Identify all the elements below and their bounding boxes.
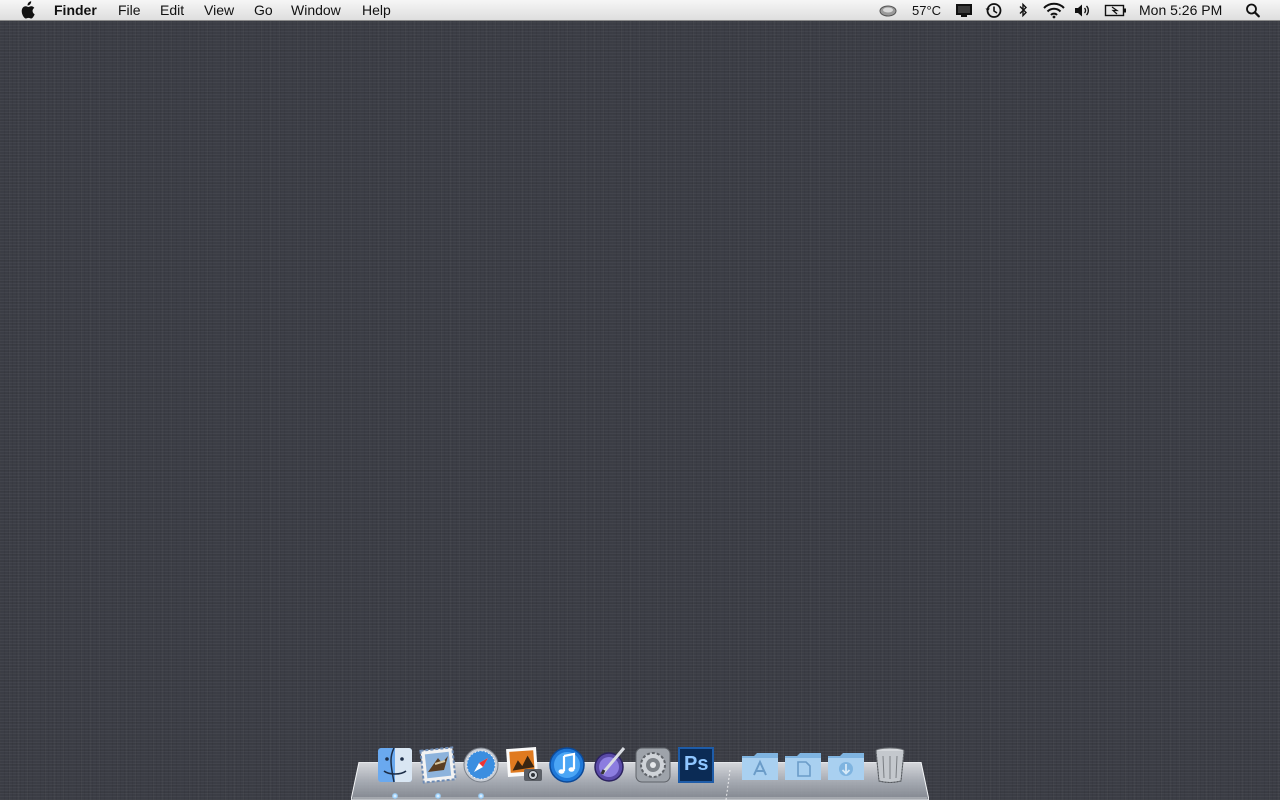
menu-file[interactable]: File bbox=[118, 0, 141, 20]
mail-running-indicator bbox=[435, 793, 441, 799]
volume-icon bbox=[1075, 4, 1089, 17]
dock-downloads-stack[interactable] bbox=[826, 744, 866, 786]
temperature-monitor-icon bbox=[879, 5, 897, 17]
volume-menu[interactable] bbox=[1073, 0, 1093, 20]
app-menu-finder[interactable]: Finder bbox=[54, 0, 97, 20]
system-preferences-icon bbox=[635, 747, 671, 783]
display-icon bbox=[956, 4, 972, 17]
bluetooth-menu[interactable] bbox=[1016, 0, 1030, 20]
iphoto-icon bbox=[506, 746, 542, 781]
safari-running-indicator bbox=[478, 793, 484, 799]
dock-applications-stack[interactable] bbox=[740, 744, 780, 786]
dock-keynote[interactable] bbox=[590, 744, 630, 786]
dock-finder[interactable] bbox=[375, 744, 415, 786]
downloads-folder-icon bbox=[828, 753, 864, 780]
dock-documents-stack[interactable] bbox=[783, 744, 823, 786]
dock-itunes[interactable] bbox=[547, 744, 587, 786]
desktop-wallpaper[interactable] bbox=[0, 21, 1280, 800]
dock-photoshop[interactable]: Ps bbox=[676, 744, 716, 786]
menu-help[interactable]: Help bbox=[362, 0, 391, 20]
dock-safari[interactable] bbox=[461, 744, 501, 786]
dock-mail[interactable] bbox=[418, 744, 458, 786]
itunes-icon bbox=[549, 747, 585, 783]
menu-view[interactable]: View bbox=[204, 0, 234, 20]
dock-iphoto[interactable] bbox=[504, 744, 544, 786]
time-machine-menu[interactable] bbox=[984, 0, 1004, 20]
battery-menu[interactable] bbox=[1104, 0, 1128, 20]
dock-trash[interactable] bbox=[870, 744, 910, 786]
spotlight-search-icon bbox=[1246, 3, 1260, 18]
safari-icon bbox=[463, 747, 499, 783]
wifi-menu[interactable] bbox=[1042, 0, 1066, 20]
finder-running-indicator bbox=[392, 793, 398, 799]
battery-icon bbox=[1104, 4, 1126, 17]
applications-folder-icon bbox=[742, 753, 778, 780]
trash-icon bbox=[875, 747, 905, 783]
wifi-icon bbox=[1043, 2, 1065, 19]
finder-icon bbox=[378, 747, 412, 783]
bluetooth-icon bbox=[1019, 2, 1027, 18]
menu-bar: Finder File Edit View Go Window Help 57°… bbox=[0, 0, 1280, 21]
temperature-monitor[interactable] bbox=[877, 0, 899, 20]
documents-folder-icon bbox=[785, 753, 821, 780]
temperature-readout[interactable]: 57°C bbox=[912, 0, 941, 20]
menu-go[interactable]: Go bbox=[254, 0, 273, 20]
time-machine-icon bbox=[985, 3, 1002, 18]
apple-icon bbox=[21, 1, 35, 19]
apple-menu[interactable] bbox=[18, 0, 36, 20]
menu-edit[interactable]: Edit bbox=[160, 0, 184, 20]
spotlight-menu[interactable] bbox=[1244, 0, 1262, 20]
mail-icon bbox=[419, 746, 457, 784]
photoshop-icon-label: Ps bbox=[684, 753, 709, 775]
keynote-icon bbox=[594, 747, 626, 782]
dock-system-preferences[interactable] bbox=[633, 744, 673, 786]
display-menu[interactable] bbox=[954, 0, 974, 20]
menu-clock[interactable]: Mon 5:26 PM bbox=[1139, 0, 1222, 20]
menu-window[interactable]: Window bbox=[291, 0, 341, 20]
